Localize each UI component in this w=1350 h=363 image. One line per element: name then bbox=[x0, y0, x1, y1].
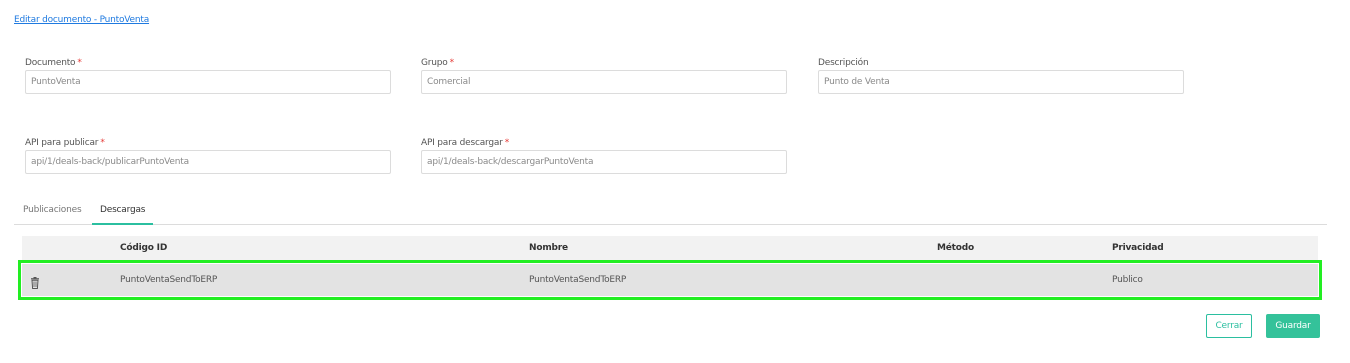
grupo-field: Grupo * Comercial bbox=[421, 57, 787, 94]
tab-publicaciones[interactable]: Publicaciones bbox=[23, 200, 82, 225]
column-header-metodo[interactable]: Método bbox=[937, 236, 974, 260]
required-mark: * bbox=[100, 138, 105, 148]
api-descargar-input[interactable]: api/1/deals-back/descargarPuntoVenta bbox=[421, 150, 787, 174]
descripcion-label: Descripción bbox=[818, 58, 869, 68]
api-descargar-field: API para descargar * api/1/deals-back/des… bbox=[421, 137, 787, 174]
tab-bar: Publicaciones Descargas bbox=[14, 200, 1327, 225]
column-header-nombre[interactable]: Nombre bbox=[529, 236, 568, 260]
api-publicar-input[interactable]: api/1/deals-back/publicarPuntoVenta bbox=[25, 150, 391, 174]
close-button[interactable]: Cerrar bbox=[1206, 314, 1252, 338]
documento-label: Documento bbox=[25, 58, 76, 68]
descripcion-input[interactable]: Punto de Venta bbox=[818, 70, 1184, 94]
save-button[interactable]: Guardar bbox=[1266, 314, 1320, 338]
api-publicar-label: API para publicar bbox=[25, 138, 99, 148]
required-mark: * bbox=[77, 58, 82, 68]
table-header: Código ID Nombre Método Privacidad bbox=[22, 236, 1318, 260]
documento-input[interactable]: PuntoVenta bbox=[25, 70, 391, 94]
row-highlight bbox=[18, 260, 1322, 300]
column-header-codigo[interactable]: Código ID bbox=[120, 236, 167, 260]
grupo-label: Grupo bbox=[421, 58, 448, 68]
api-publicar-field: API para publicar * api/1/deals-back/publ… bbox=[25, 137, 391, 174]
required-mark: * bbox=[449, 58, 455, 68]
descripcion-field: Descripción Punto de Venta bbox=[818, 57, 1184, 94]
column-header-privacidad[interactable]: Privacidad bbox=[1112, 236, 1164, 260]
grupo-input[interactable]: Comercial bbox=[421, 70, 787, 94]
api-descargar-label: API para descargar bbox=[421, 138, 503, 148]
breadcrumb-link[interactable]: Editar documento - PuntoVenta bbox=[14, 15, 149, 25]
tab-descargas[interactable]: Descargas bbox=[92, 200, 154, 225]
documento-field: Documento * PuntoVenta bbox=[25, 57, 391, 94]
required-mark: * bbox=[504, 138, 510, 148]
